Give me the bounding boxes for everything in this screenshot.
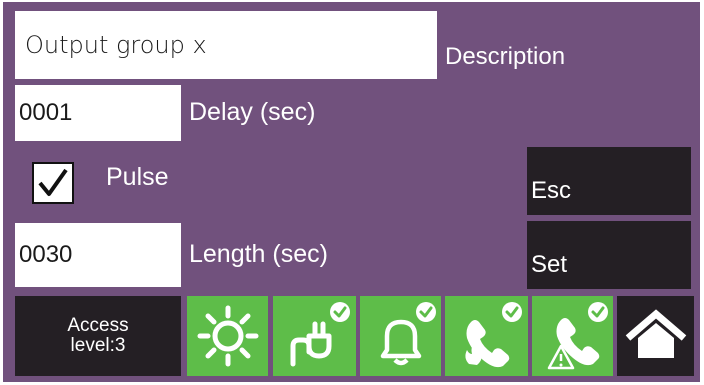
output-group-screen: Output group x Description 0001 Delay (s…: [3, 2, 700, 382]
sun-tile[interactable]: [187, 296, 268, 376]
access-level-badge: Access level:3: [15, 296, 181, 376]
power-plug-icon: [290, 302, 350, 367]
delay-value: 0001: [19, 99, 73, 126]
pulse-checkbox[interactable]: [32, 162, 74, 204]
length-field[interactable]: 0030: [15, 223, 181, 287]
bell-tile[interactable]: [360, 296, 441, 376]
bell-icon: [380, 302, 436, 366]
home-button[interactable]: [617, 296, 694, 376]
description-value: Output group x: [25, 31, 207, 59]
description-field[interactable]: Output group x: [15, 11, 437, 79]
pulse-label: Pulse: [106, 162, 169, 191]
length-label: Length (sec): [189, 239, 328, 268]
home-icon: [625, 309, 686, 358]
description-label: Description: [445, 43, 566, 70]
length-value: 0030: [19, 241, 73, 268]
access-level-value: level:3: [70, 335, 126, 356]
esc-button-label: Esc: [531, 177, 572, 204]
esc-button[interactable]: Esc: [527, 147, 691, 215]
phone-warning-icon: [547, 302, 608, 370]
delay-field[interactable]: 0001: [15, 85, 181, 141]
delay-label: Delay (sec): [189, 97, 316, 126]
sun-icon: [197, 305, 258, 367]
power-tile[interactable]: [273, 296, 356, 376]
phone-warning-tile[interactable]: [532, 296, 613, 376]
access-label: Access: [67, 315, 129, 336]
checkmark-icon: [38, 168, 68, 196]
phone-fire-icon: [464, 302, 522, 368]
set-button-label: Set: [531, 251, 568, 278]
phone-fire-tile[interactable]: [445, 296, 528, 376]
set-button[interactable]: Set: [527, 221, 691, 289]
